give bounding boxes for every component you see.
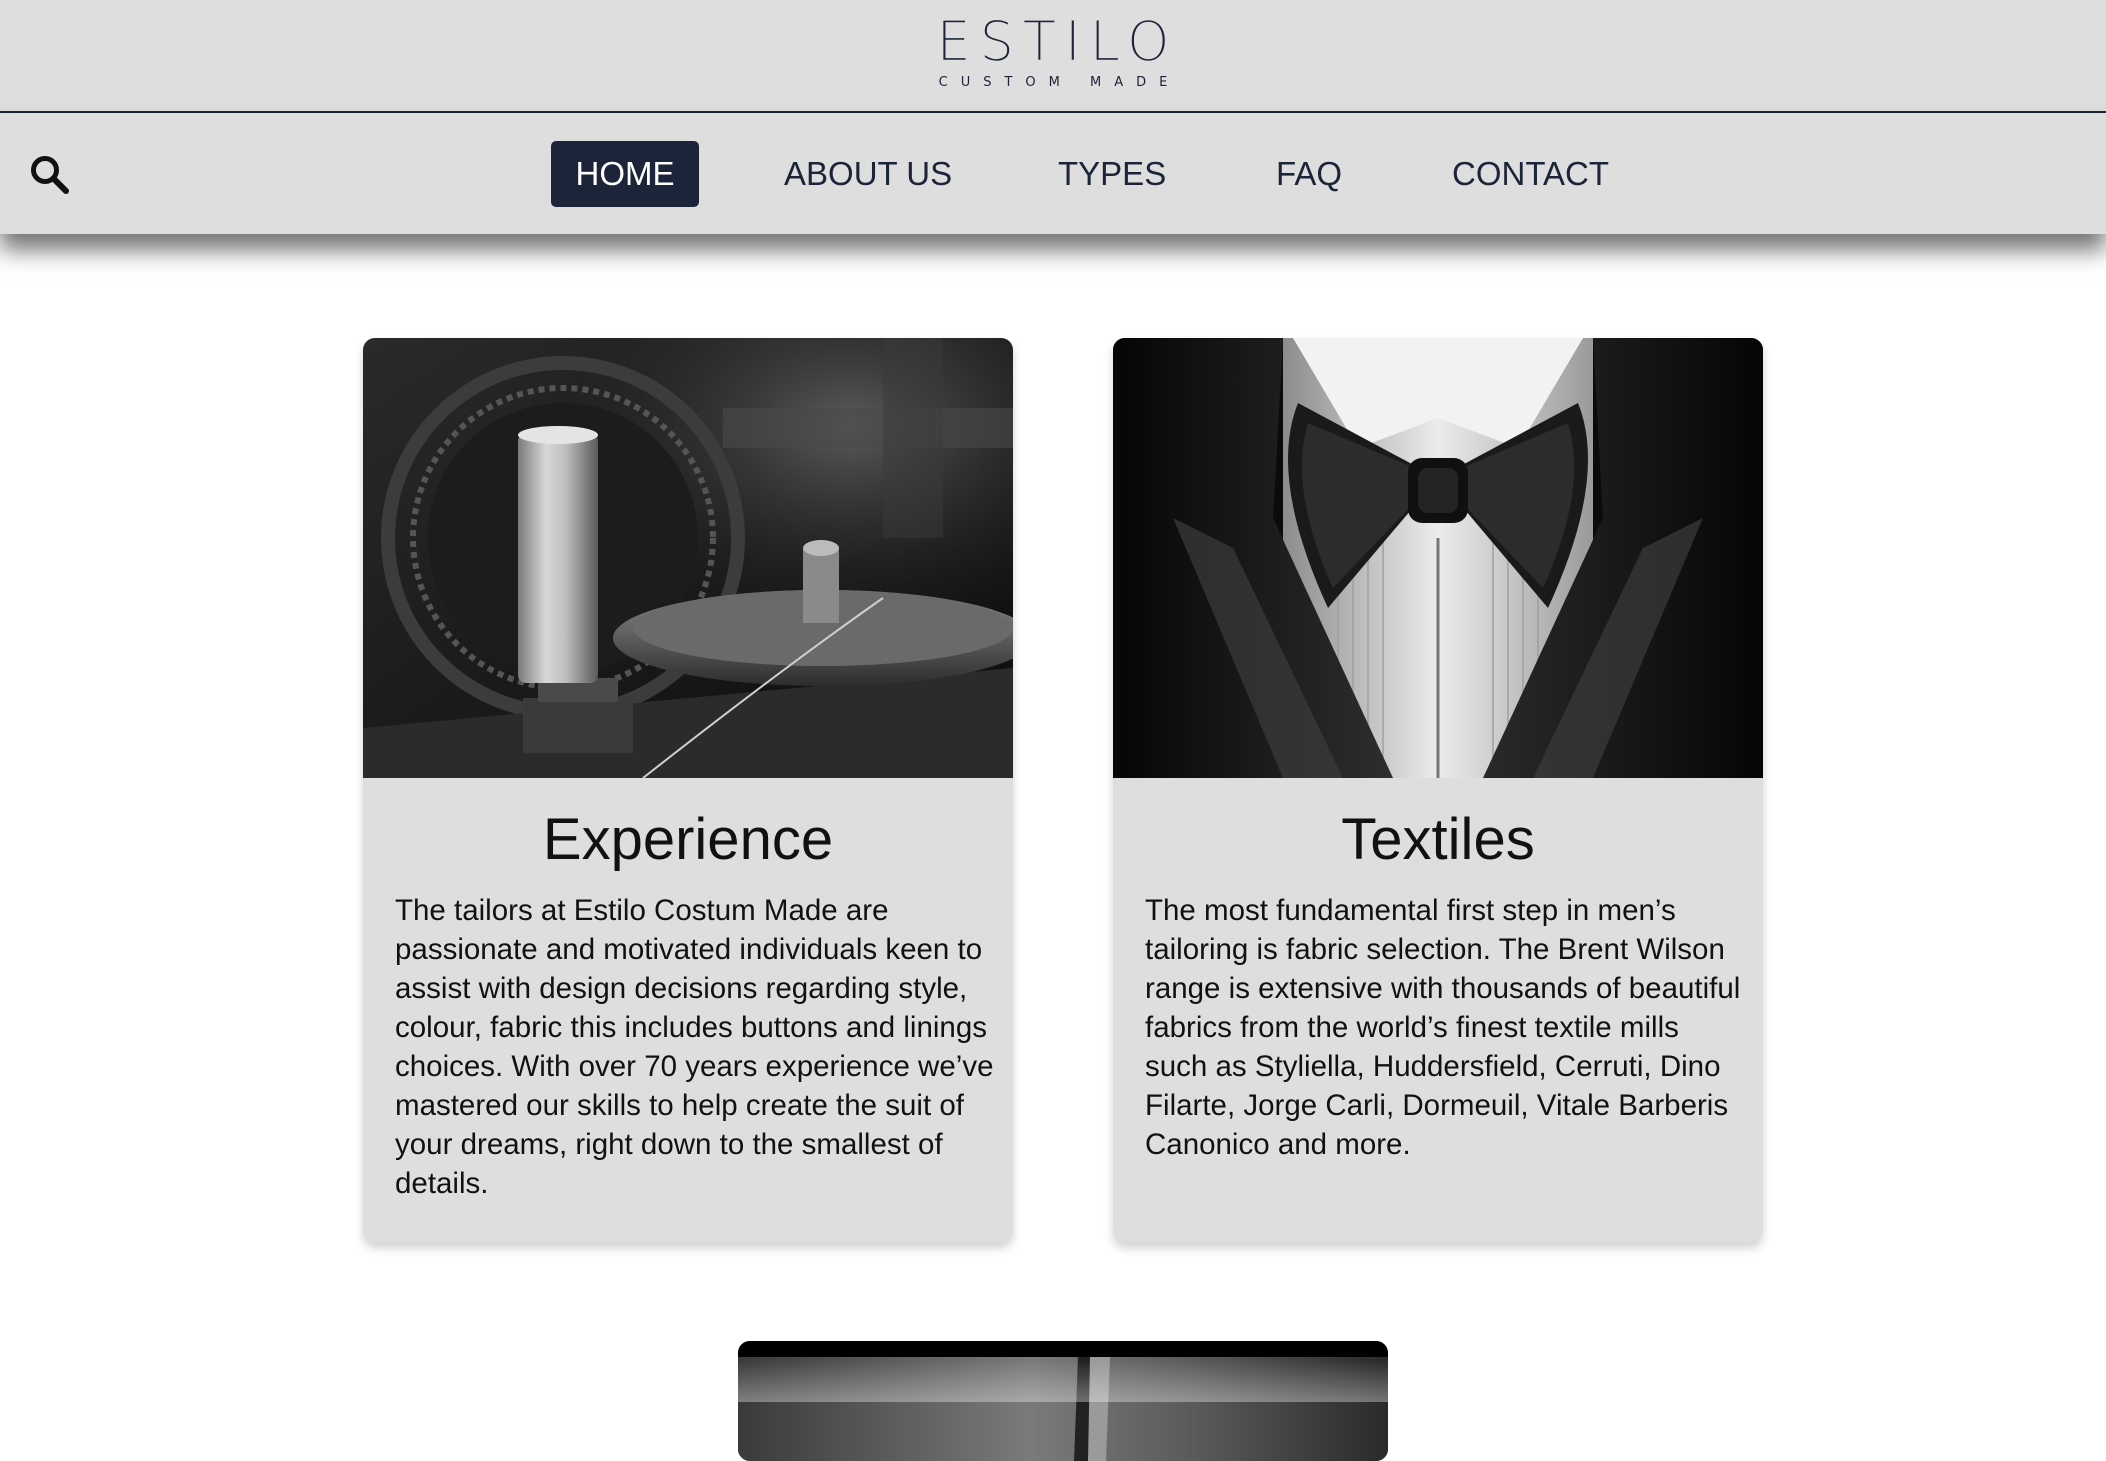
logo-subtitle: CUSTOM MADE: [938, 75, 1181, 90]
nav-item-about-us[interactable]: ABOUT US: [784, 141, 952, 207]
logo-title: ESTILO: [936, 10, 1179, 73]
nav-item-faq[interactable]: FAQ: [1274, 141, 1344, 207]
card-text: The tailors at Estilo Costum Made are pa…: [395, 894, 994, 1200]
tailoring-card: [738, 1341, 1388, 1461]
experience-card: Experience The tailors at Estilo Costum …: [363, 338, 1013, 1242]
card-title: Experience: [542, 807, 834, 872]
sewing-machine-spool-photo: [363, 338, 1013, 778]
tailoring-photo: [738, 1341, 1388, 1461]
nav-item-contact[interactable]: CONTACT: [1452, 141, 1609, 207]
main-nav: HOME ABOUT US TYPES FAQ CONTACT: [0, 113, 2106, 234]
card-title: Textiles: [1341, 807, 1535, 872]
nav-item-home[interactable]: HOME: [551, 141, 699, 207]
card-text: The most fundamental first step in men’s…: [1145, 894, 1741, 1161]
tuxedo-bow-tie-photo: [1113, 338, 1763, 778]
textiles-card: Textiles The most fundamental first step…: [1113, 338, 1763, 1242]
logo-bar: ESTILO CUSTOM MADE: [0, 0, 2106, 113]
nav-item-types[interactable]: TYPES: [1058, 141, 1166, 207]
nav-menu: HOME ABOUT US TYPES FAQ CONTACT: [0, 141, 2106, 207]
logo[interactable]: ESTILO CUSTOM MADE: [0, 10, 2106, 92]
